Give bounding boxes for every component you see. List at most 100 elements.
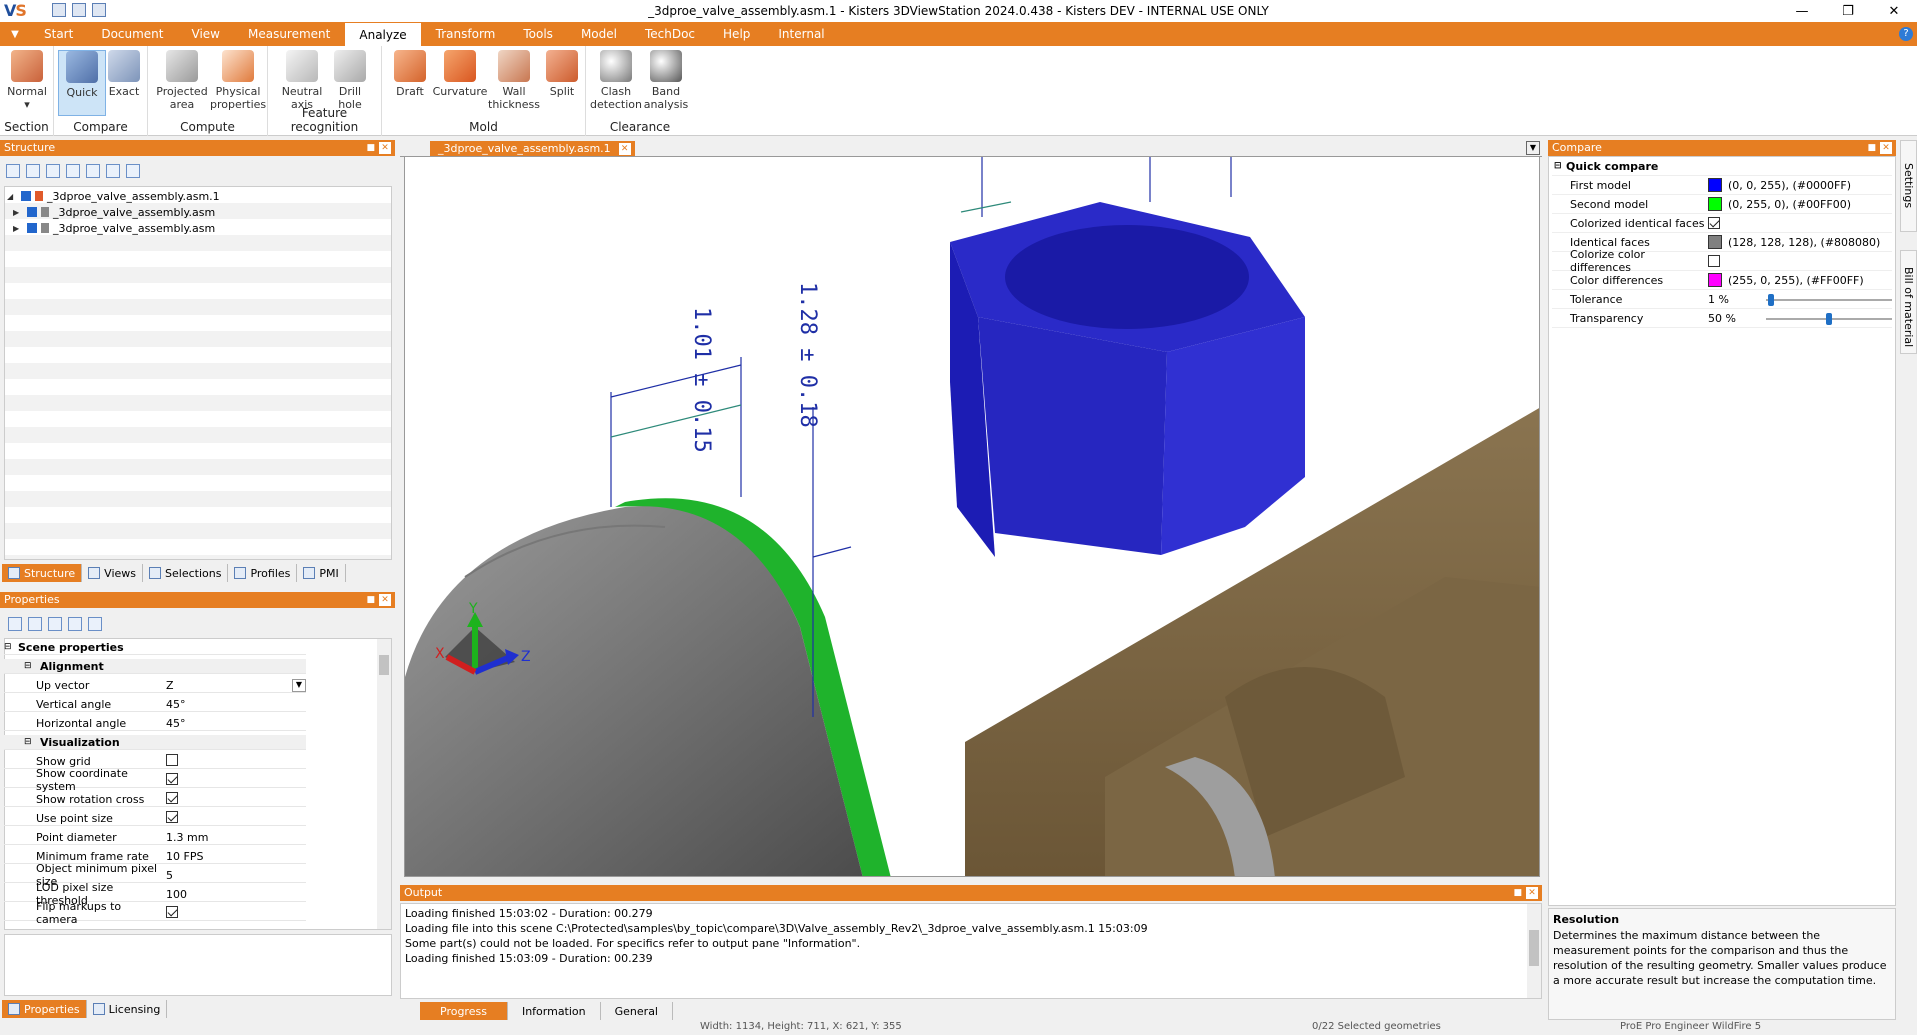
- tolerance-slider-thumb[interactable]: [1768, 294, 1775, 306]
- transparency-slider-thumb[interactable]: [1826, 313, 1832, 325]
- clash-detection-button[interactable]: Clash detection: [590, 50, 642, 111]
- second-model-color-swatch[interactable]: [1708, 197, 1722, 211]
- tab-information[interactable]: Information: [508, 1002, 601, 1020]
- wall-thickness-button[interactable]: Wall thickness: [488, 50, 540, 111]
- transparency-slider[interactable]: [1766, 313, 1892, 325]
- collapse-icon[interactable]: [66, 164, 80, 178]
- expand-all-icon[interactable]: [8, 617, 22, 631]
- band-analysis-button[interactable]: Band analysis: [640, 50, 692, 111]
- show-coordinate-system-checkbox[interactable]: [166, 772, 178, 785]
- tab-general[interactable]: General: [601, 1002, 673, 1020]
- compare-color-differences[interactable]: Color differences (255, 0, 255), (#FF00F…: [1552, 271, 1892, 290]
- document-tab[interactable]: _3dproe_valve_assembly.asm.1 ✕: [430, 141, 635, 157]
- curvature-button[interactable]: Curvature: [432, 50, 488, 98]
- collapse-arrow-icon[interactable]: ◢: [7, 192, 17, 201]
- show-grid-checkbox[interactable]: [166, 753, 178, 766]
- maximize-button[interactable]: ❐: [1825, 0, 1871, 22]
- prop-up-vector[interactable]: Up vector Z ▼: [4, 678, 306, 693]
- filter-icon[interactable]: [106, 164, 120, 178]
- properties-scrollbar[interactable]: [377, 639, 391, 929]
- prop-horizontal-angle[interactable]: Horizontal angle 45°: [4, 716, 306, 731]
- physical-properties-button[interactable]: Physical properties: [210, 50, 266, 111]
- prop-point-diameter[interactable]: Point diameter 1.3 mm: [4, 830, 306, 845]
- compare-first-model[interactable]: First model (0, 0, 255), (#0000FF): [1552, 176, 1892, 195]
- tab-licensing[interactable]: Licensing: [87, 1000, 168, 1018]
- compare-colorize-differences[interactable]: Colorize color differences: [1552, 248, 1892, 274]
- colorized-identical-checkbox[interactable]: [1708, 217, 1720, 229]
- close-icon[interactable]: ✕: [379, 142, 391, 154]
- use-point-size-checkbox[interactable]: [166, 810, 178, 823]
- visibility-icon[interactable]: [21, 191, 31, 201]
- tab-views[interactable]: Views: [82, 564, 144, 582]
- collapse-all-icon[interactable]: [26, 164, 40, 178]
- 3d-viewport[interactable]: 1.01 ± 0.15 1.28 ± 0.18 Y Z X: [404, 156, 1540, 877]
- expand-all-icon[interactable]: [6, 164, 20, 178]
- side-tab-bill-of-material[interactable]: Bill of material: [1900, 250, 1917, 354]
- visibility-icon[interactable]: [27, 223, 37, 233]
- tab-techdoc[interactable]: TechDoc: [631, 22, 709, 46]
- draft-button[interactable]: Draft: [386, 50, 434, 98]
- neutral-axis-button[interactable]: Neutral axis: [278, 50, 326, 111]
- tab-profiles[interactable]: Profiles: [228, 564, 298, 582]
- compare-section-quick[interactable]: ⊟ Quick compare: [1552, 157, 1892, 176]
- tab-model[interactable]: Model: [567, 22, 631, 46]
- reset-icon[interactable]: [68, 617, 82, 631]
- projected-area-button[interactable]: Projected area: [154, 50, 210, 111]
- app-menu-dropdown[interactable]: ▼: [0, 29, 30, 40]
- tab-pmi[interactable]: PMI: [297, 564, 346, 582]
- filter-icon[interactable]: [88, 617, 102, 631]
- tree-item-root[interactable]: ◢ _3dproe_valve_assembly.asm.1: [7, 188, 220, 204]
- tab-analyze[interactable]: Analyze: [344, 22, 422, 46]
- show-rotation-cross-checkbox[interactable]: [166, 791, 178, 804]
- output-scrollbar[interactable]: [1527, 904, 1541, 998]
- expand-arrow-icon[interactable]: ▶: [13, 224, 23, 233]
- tab-progress[interactable]: Progress: [420, 1002, 508, 1020]
- expand-arrow-icon[interactable]: ▶: [13, 208, 23, 217]
- tab-internal[interactable]: Internal: [764, 22, 838, 46]
- prop-vertical-angle[interactable]: Vertical angle 45°: [4, 697, 306, 712]
- collapse-all-icon[interactable]: [28, 617, 42, 631]
- prop-show-rotation-cross[interactable]: Show rotation cross: [4, 791, 306, 807]
- pin-icon[interactable]: ■: [366, 140, 375, 156]
- close-button[interactable]: ✕: [1871, 0, 1917, 22]
- help-icon[interactable]: ?: [1899, 27, 1913, 41]
- dimension-label-1[interactable]: 1.01 ± 0.15: [689, 307, 714, 453]
- prop-visualization[interactable]: ⊟ Visualization: [4, 735, 306, 750]
- dimension-label-2[interactable]: 1.28 ± 0.18: [795, 282, 820, 428]
- tab-document[interactable]: Document: [87, 22, 177, 46]
- prop-scene-properties[interactable]: ⊟ Scene properties: [4, 640, 306, 655]
- tree-item-asm-1[interactable]: ▶ _3dproe_valve_assembly.asm: [13, 204, 215, 220]
- tab-view[interactable]: View: [178, 22, 234, 46]
- identical-faces-color-swatch[interactable]: [1708, 235, 1722, 249]
- expand-icon[interactable]: [46, 164, 60, 178]
- normal-section-button[interactable]: Normal ▾: [3, 50, 51, 111]
- colorize-differences-checkbox[interactable]: [1708, 255, 1720, 267]
- color-differences-swatch[interactable]: [1708, 273, 1722, 287]
- tree-item-asm-2[interactable]: ▶ _3dproe_valve_assembly.asm: [13, 220, 215, 236]
- tab-help[interactable]: Help: [709, 22, 764, 46]
- tab-structure[interactable]: Structure: [2, 564, 83, 582]
- tab-transform[interactable]: Transform: [422, 22, 510, 46]
- pin-icon[interactable]: ■: [1867, 140, 1876, 156]
- tab-list-dropdown-icon[interactable]: ▼: [1526, 141, 1540, 155]
- quick-compare-button[interactable]: Quick: [58, 50, 106, 116]
- prop-show-coordinate-system[interactable]: Show coordinate system: [4, 767, 306, 793]
- tab-selections[interactable]: Selections: [143, 564, 229, 582]
- 3d-scene[interactable]: 1.01 ± 0.15 1.28 ± 0.18 Y Z X: [405, 157, 1540, 877]
- prop-flip-markups[interactable]: Flip markups to camera: [4, 900, 306, 926]
- minimize-button[interactable]: —: [1779, 0, 1825, 22]
- prop-alignment[interactable]: ⊟ Alignment: [4, 659, 306, 674]
- flip-markups-checkbox[interactable]: [166, 905, 178, 918]
- tolerance-slider[interactable]: [1766, 294, 1892, 306]
- pin-icon[interactable]: ■: [1513, 885, 1522, 901]
- expand-level-icon[interactable]: [86, 164, 100, 178]
- compare-colorized-identical[interactable]: Colorized identical faces: [1552, 214, 1892, 233]
- side-tab-settings[interactable]: Settings: [1900, 140, 1917, 232]
- tab-start[interactable]: Start: [30, 22, 87, 46]
- copy-icon[interactable]: [48, 617, 62, 631]
- close-icon[interactable]: ✕: [379, 594, 391, 606]
- settings-icon[interactable]: [126, 164, 140, 178]
- tab-tools[interactable]: Tools: [509, 22, 567, 46]
- tab-properties[interactable]: Properties: [2, 1000, 87, 1018]
- prop-use-point-size[interactable]: Use point size: [4, 810, 306, 826]
